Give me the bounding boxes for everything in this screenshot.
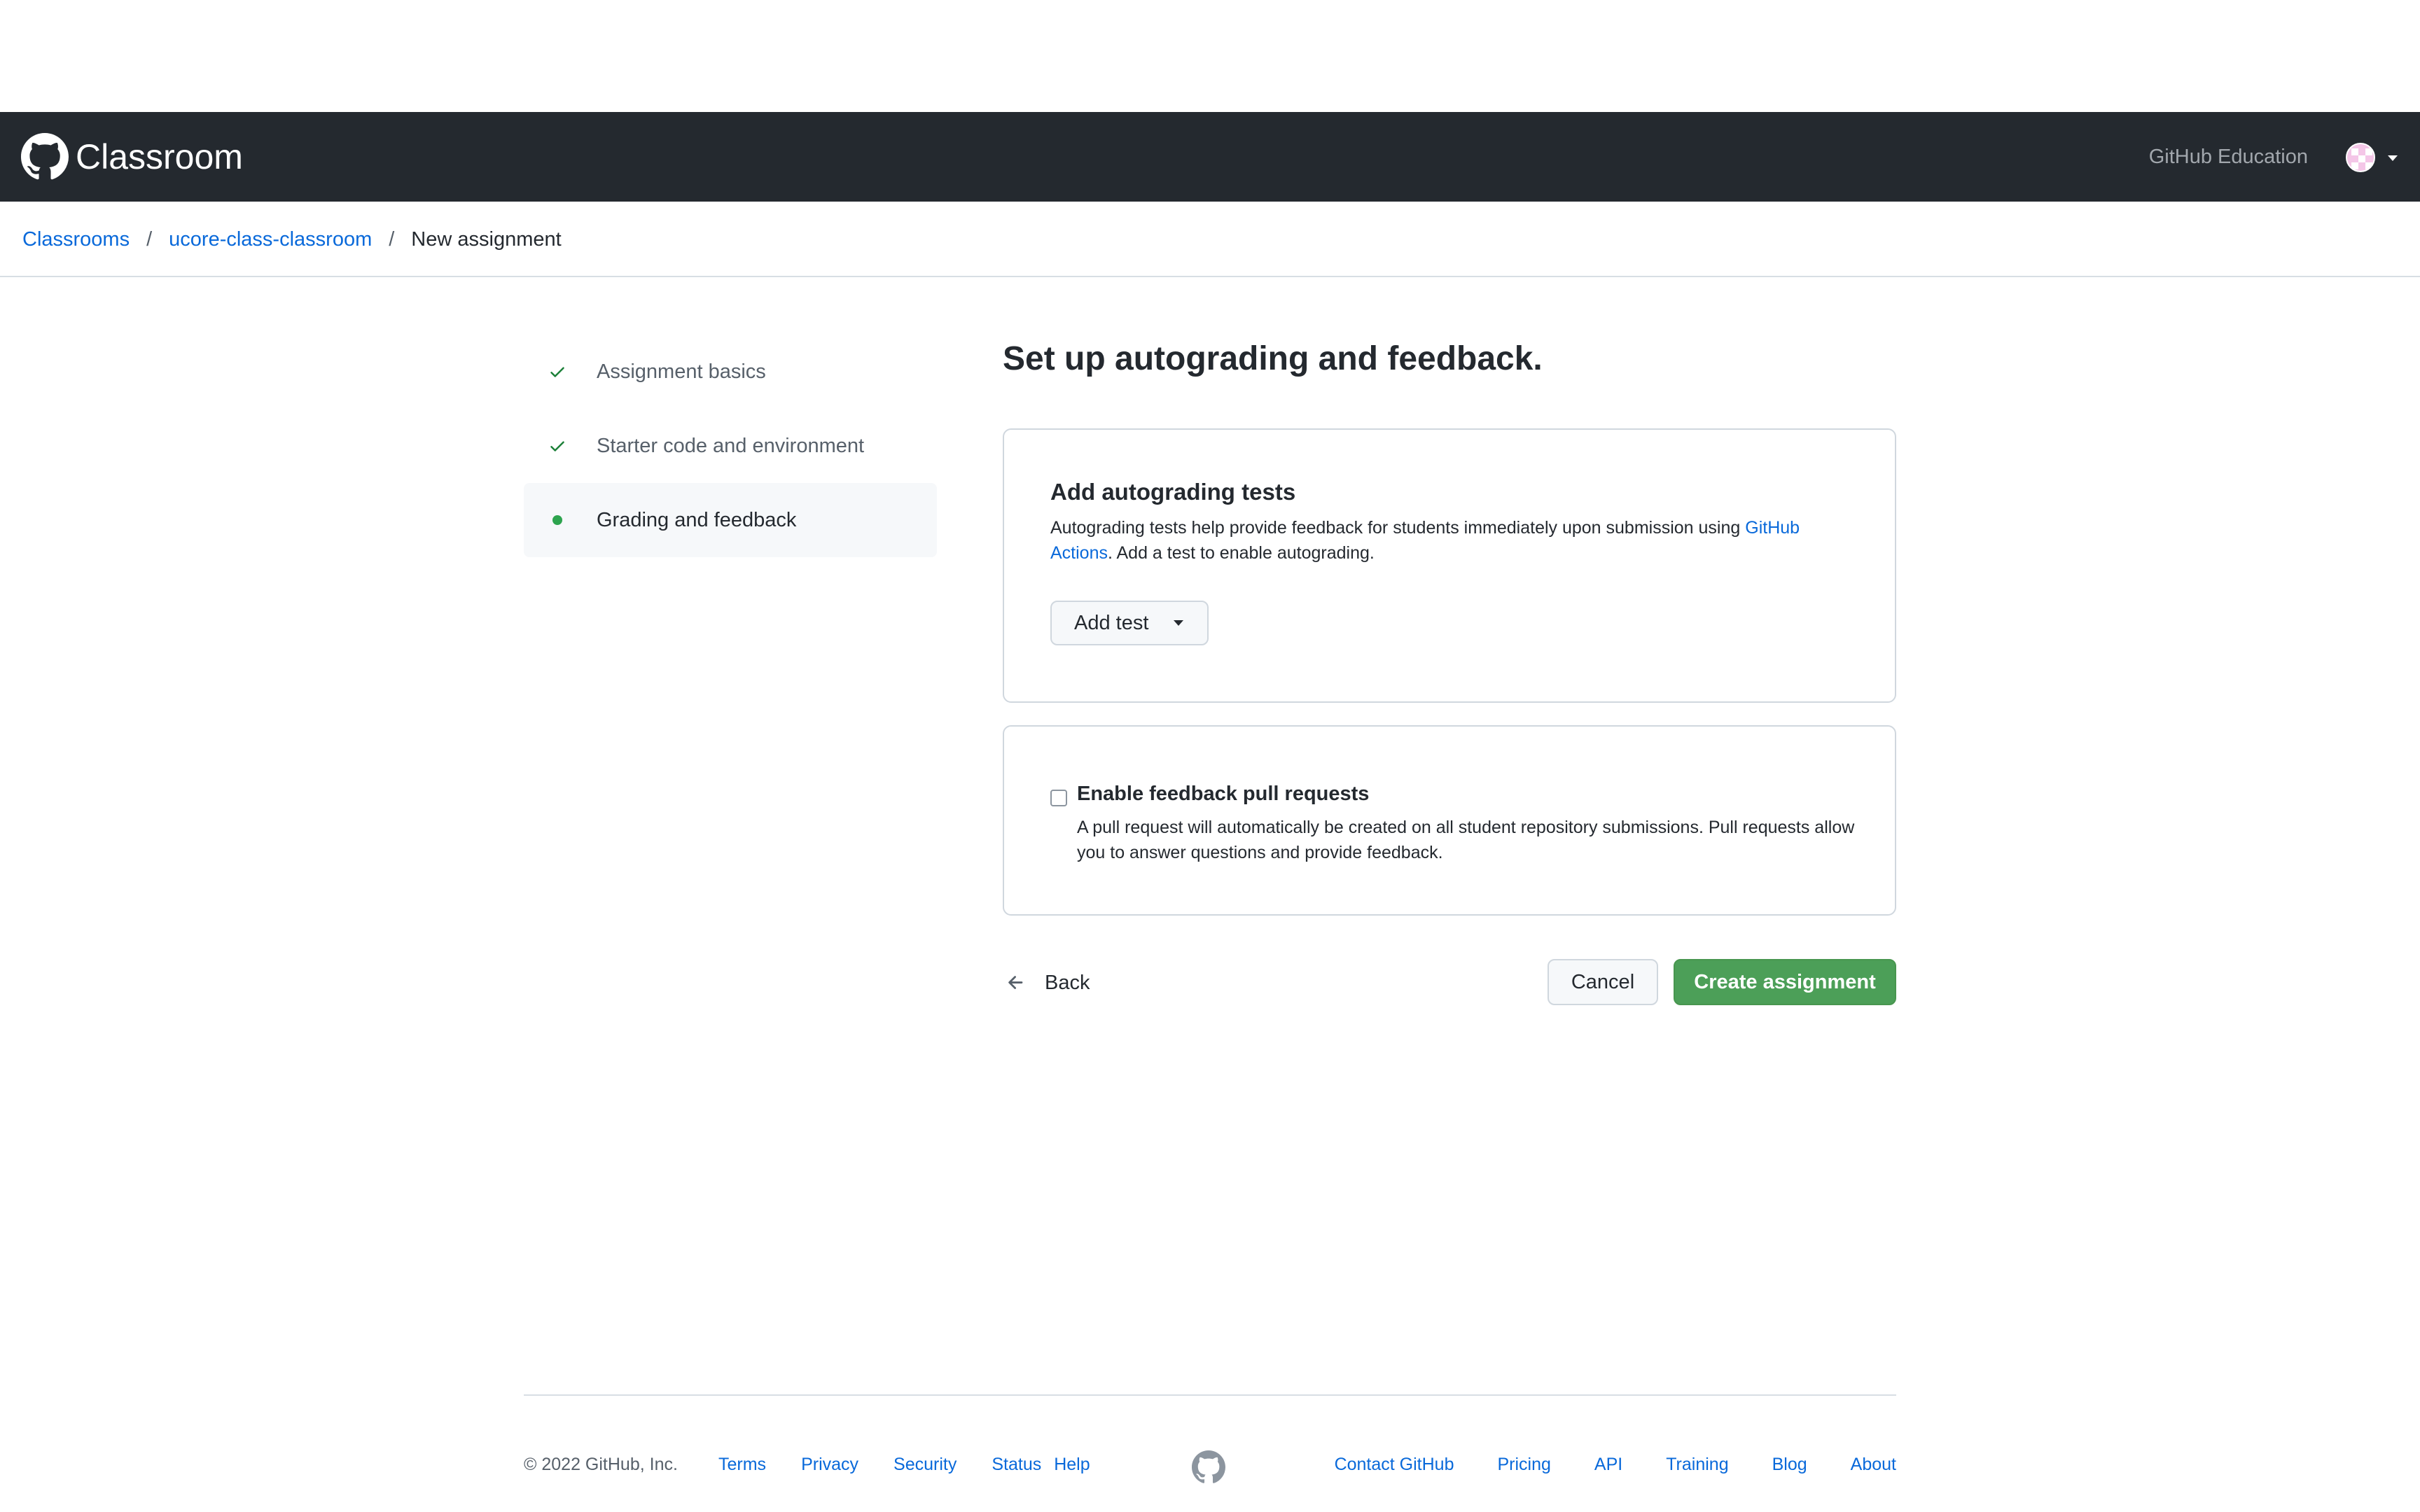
footer: © 2022 GitHub, Inc. Terms Privacy Securi… — [524, 1449, 1896, 1483]
feedback-pr-checkbox[interactable] — [1050, 790, 1067, 806]
add-test-label: Add test — [1074, 611, 1149, 634]
cancel-button[interactable]: Cancel — [1548, 959, 1658, 1005]
footer-link-help[interactable]: Help — [1054, 1449, 1090, 1480]
check-icon — [548, 362, 567, 382]
step-assignment-basics[interactable]: Assignment basics — [524, 335, 937, 409]
footer-link-blog[interactable]: Blog — [1772, 1449, 1807, 1480]
github-mark-icon[interactable] — [1192, 1450, 1225, 1484]
step-label: Starter code and environment — [597, 434, 865, 457]
footer-link-about[interactable]: About — [1851, 1449, 1896, 1480]
footer-link-api[interactable]: API — [1594, 1449, 1622, 1480]
footer-copyright: © 2022 GitHub, Inc. — [524, 1455, 678, 1474]
breadcrumb-classrooms[interactable]: Classrooms — [22, 221, 130, 258]
breadcrumb-classroom[interactable]: ucore-class-classroom — [169, 221, 372, 258]
feedback-pr-label[interactable]: Enable feedback pull requests — [1077, 783, 1369, 806]
user-menu[interactable] — [2346, 143, 2399, 174]
step-starter-code[interactable]: Starter code and environment — [524, 409, 937, 483]
arrow-left-icon — [1008, 976, 1023, 989]
breadcrumb: Classrooms / ucore-class-classroom / New… — [22, 221, 562, 258]
description-text: Autograding tests help provide feedback … — [1050, 518, 1746, 538]
back-label: Back — [1045, 972, 1090, 994]
breadcrumb-separator: / — [146, 228, 153, 251]
back-button[interactable]: Back — [1003, 965, 1090, 1001]
footer-link-security[interactable]: Security — [893, 1449, 957, 1480]
description-text: . Add a test to enable autograding. — [1107, 543, 1375, 563]
footer-link-pricing[interactable]: Pricing — [1497, 1449, 1550, 1480]
autograding-description: Autograding tests help provide feedback … — [1050, 515, 1849, 566]
feedback-card: Enable feedback pull requests A pull req… — [1003, 725, 1896, 916]
avatar-identicon-icon — [2351, 148, 2372, 169]
dot-icon — [548, 510, 567, 530]
footer-link-status[interactable]: Status — [992, 1449, 1041, 1480]
breadcrumb-separator: / — [389, 228, 395, 251]
step-label: Assignment basics — [597, 360, 766, 383]
feedback-pr-description: A pull request will automatically be cre… — [1077, 818, 1855, 862]
avatar — [2346, 143, 2375, 172]
check-icon — [548, 436, 567, 456]
footer-divider — [524, 1394, 1896, 1396]
breadcrumb-divider — [0, 276, 2420, 277]
assignment-steps: Assignment basics Starter code and envir… — [524, 335, 937, 557]
autograding-heading: Add autograding tests — [1050, 479, 1296, 505]
footer-link-contact[interactable]: Contact GitHub — [1335, 1449, 1454, 1480]
github-education-link[interactable]: GitHub Education — [2149, 140, 2308, 174]
github-logo-icon — [21, 133, 69, 180]
caret-down-icon — [1174, 620, 1183, 626]
footer-left-links: Terms Privacy Security Status Help — [718, 1449, 1125, 1480]
step-label: Grading and feedback — [597, 508, 797, 531]
footer-link-privacy[interactable]: Privacy — [801, 1449, 858, 1480]
step-grading-feedback[interactable]: Grading and feedback — [524, 483, 937, 557]
autograding-card: Add autograding tests Autograding tests … — [1003, 428, 1896, 703]
footer-right-links: Contact GitHub Pricing API Training Blog… — [1335, 1449, 1896, 1480]
footer-link-terms[interactable]: Terms — [718, 1449, 766, 1480]
create-assignment-button[interactable]: Create assignment — [1674, 959, 1896, 1005]
chevron-down-icon — [2388, 155, 2398, 161]
page-title: Set up autograding and feedback. — [1003, 340, 1543, 377]
footer-link-training[interactable]: Training — [1666, 1449, 1728, 1480]
top-navbar: Classroom GitHub Education — [0, 112, 2420, 202]
breadcrumb-current: New assignment — [411, 228, 562, 251]
brand-name: Classroom — [76, 137, 243, 176]
add-test-button[interactable]: Add test — [1050, 601, 1209, 645]
